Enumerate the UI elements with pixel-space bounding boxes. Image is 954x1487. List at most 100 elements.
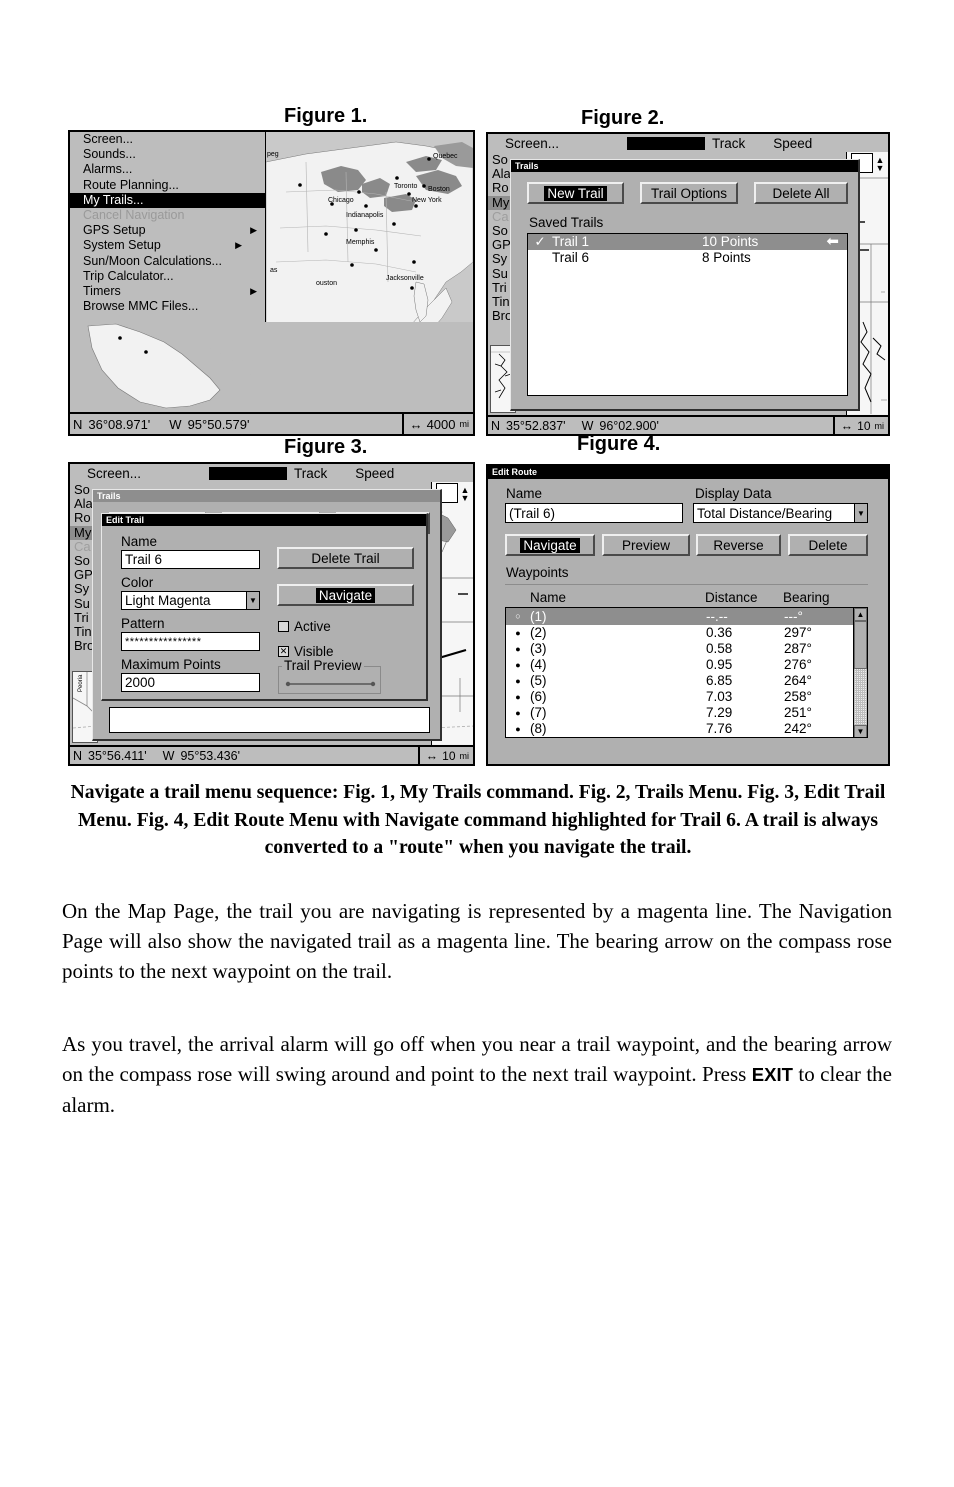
- waypoint-bearing: ---°: [784, 609, 803, 624]
- waypoint-name: (5): [530, 673, 547, 688]
- spinner-down-icon[interactable]: ▼: [876, 164, 885, 173]
- name-label: Name: [121, 534, 158, 549]
- waypoint-row[interactable]: ○ (1) --.-- ---°: [506, 608, 867, 625]
- column-name: Name: [530, 590, 567, 605]
- scroll-up-arrow-icon[interactable]: ▲: [854, 608, 867, 621]
- name-input[interactable]: Trail 6: [121, 550, 260, 569]
- menu-item-8[interactable]: Sun/Moon Calculations...: [70, 254, 265, 269]
- scroll-down-arrow-icon[interactable]: ▼: [854, 725, 867, 737]
- track-label: Track: [294, 465, 328, 481]
- map-area-lower: [70, 322, 473, 412]
- edit-route-dialog-title: Edit Route: [488, 466, 888, 479]
- navigate-button[interactable]: Navigate: [505, 534, 595, 556]
- delete-button-label: Delete: [808, 537, 848, 553]
- main-menu[interactable]: Screen... Sounds... Alarms... Route Plan…: [70, 132, 266, 322]
- waypoint-row[interactable]: ● (5) 6.85 264°: [506, 673, 867, 689]
- trail-preview-graphic: [285, 681, 376, 687]
- waypoint-distance: 0.36: [706, 625, 733, 640]
- menu-item-label: Alarms...: [83, 162, 133, 177]
- delete-trail-button[interactable]: Delete Trail: [277, 547, 414, 569]
- waypoints-scrollbar[interactable]: ▲ ▼: [853, 608, 867, 737]
- waypoint-row[interactable]: ● (8) 7.76 242°: [506, 721, 867, 737]
- waypoint-name: (7): [530, 705, 547, 720]
- menu-item-label: Browse MMC Files...: [83, 299, 199, 314]
- waypoint-row[interactable]: ● (7) 7.29 251°: [506, 705, 867, 721]
- checkbox-checked-icon[interactable]: ✕: [278, 646, 289, 657]
- display-data-dropdown[interactable]: Total Distance/Bearing ▼: [693, 503, 868, 523]
- pattern-input[interactable]: ****************: [121, 632, 260, 651]
- waypoint-bearing: 276°: [784, 657, 812, 672]
- menu-item-label: Cancel Navigation: [83, 207, 185, 222]
- svg-text:ouston: ouston: [316, 280, 337, 287]
- trail-points: 10 Points: [702, 234, 759, 249]
- delete-button[interactable]: Delete: [788, 534, 868, 556]
- reverse-button[interactable]: Reverse: [696, 534, 781, 556]
- menu-item-3[interactable]: Route Planning...: [70, 178, 265, 193]
- submenu-arrow-icon: ▶: [235, 240, 243, 251]
- waypoint-row[interactable]: ● (2) 0.36 297°: [506, 625, 867, 641]
- waypoint-bullet-icon: ●: [515, 660, 521, 670]
- menu-item-1[interactable]: Sounds...: [70, 147, 265, 162]
- scrollbar-track[interactable]: [854, 669, 867, 725]
- menu-item-cancel-navigation: Cancel Navigation: [70, 208, 265, 223]
- waypoint-row[interactable]: ● (6) 7.03 258°: [506, 689, 867, 705]
- menu-item-9[interactable]: Trip Calculator...: [70, 269, 265, 284]
- menu-item-system-setup[interactable]: ▶ System Setup: [70, 238, 265, 253]
- waypoint-bullet-icon: ○: [515, 611, 521, 621]
- track-label: Track: [712, 135, 746, 151]
- waypoints-label: Waypoints: [506, 565, 569, 580]
- visible-checkbox-row[interactable]: ✕ Visible: [278, 644, 334, 659]
- trail-options-button[interactable]: Trail Options: [640, 182, 738, 204]
- preview-button-label: Preview: [621, 537, 670, 553]
- active-checkbox-row[interactable]: Active: [278, 619, 331, 634]
- waypoints-list[interactable]: ○ (1) --.-- ---° ● (2) 0.36 297° ● (3) 0…: [505, 607, 868, 738]
- max-points-input[interactable]: 2000: [121, 673, 260, 692]
- zoom-unit: mi: [459, 419, 470, 429]
- svg-text:Peoria: Peoria: [78, 674, 84, 692]
- scrollbar-thumb[interactable]: [854, 621, 867, 669]
- waypoint-distance: 0.58: [706, 641, 733, 656]
- edit-trail-dialog: Edit Trail Name Trail 6 Color Light Mage…: [101, 513, 428, 701]
- saved-trails-list[interactable]: ✓ Trail 1 10 Points ⬅ Trail 6 8 Points: [527, 233, 848, 396]
- preview-button[interactable]: Preview: [602, 534, 690, 556]
- longitude-hemisphere: W: [169, 416, 182, 432]
- color-label: Color: [121, 575, 154, 590]
- value-spinner[interactable]: ▲ ▼: [874, 153, 886, 175]
- bg-menu-screen-label: Screen...: [87, 465, 142, 481]
- check-icon: ✓: [534, 234, 546, 249]
- menu-item-label: Screen...: [83, 132, 134, 146]
- speed-label: Speed: [773, 135, 813, 151]
- waypoint-bullet-icon: ●: [515, 676, 521, 686]
- active-label: Active: [294, 619, 331, 634]
- zoom-indicator: ↔ 10 mi: [832, 417, 888, 434]
- menu-item-label: My Trails...: [83, 192, 144, 207]
- spinner-down-icon[interactable]: ▼: [461, 494, 470, 503]
- menu-item-my-trails[interactable]: My Trails...: [70, 192, 265, 208]
- delete-all-button[interactable]: Delete All: [754, 182, 848, 204]
- menu-item-0[interactable]: Screen...: [70, 132, 265, 147]
- waypoint-bearing: 297°: [784, 625, 812, 640]
- waypoint-distance: 6.85: [706, 673, 733, 688]
- waypoint-distance: 0.95: [706, 657, 733, 672]
- menu-item-11[interactable]: Browse MMC Files...: [70, 299, 265, 314]
- body-paragraph-1: On the Map Page, the trail you are navig…: [62, 899, 892, 983]
- menu-item-gps-setup[interactable]: ▶ GPS Setup: [70, 223, 265, 238]
- chevron-down-icon[interactable]: ▼: [854, 504, 867, 522]
- zoom-indicator: ↔ 4000 mi: [401, 414, 473, 434]
- waypoint-row[interactable]: ● (4) 0.95 276°: [506, 657, 867, 673]
- trail-list-row[interactable]: ✓ Trail 1 10 Points ⬅: [528, 234, 847, 250]
- menu-item-2[interactable]: Alarms...: [70, 162, 265, 177]
- svg-text:as: as: [270, 267, 278, 274]
- navigate-button[interactable]: Navigate: [277, 584, 414, 606]
- color-dropdown[interactable]: Light Magenta ▼: [121, 591, 260, 610]
- route-name-input[interactable]: (Trail 6): [505, 503, 683, 523]
- new-trail-button[interactable]: New Trail: [527, 182, 624, 204]
- zoom-arrows-icon: ↔: [409, 416, 423, 432]
- checkbox-unchecked-icon[interactable]: [278, 621, 289, 632]
- menu-item-timers[interactable]: ▶ Timers: [70, 284, 265, 299]
- waypoint-row[interactable]: ● (3) 0.58 287°: [506, 641, 867, 657]
- trail-list-row[interactable]: Trail 6 8 Points: [528, 250, 847, 266]
- chevron-down-icon[interactable]: ▼: [246, 592, 259, 609]
- menu-item-label: Trip Calculator...: [83, 268, 174, 283]
- value-spinner[interactable]: ▲ ▼: [459, 483, 471, 505]
